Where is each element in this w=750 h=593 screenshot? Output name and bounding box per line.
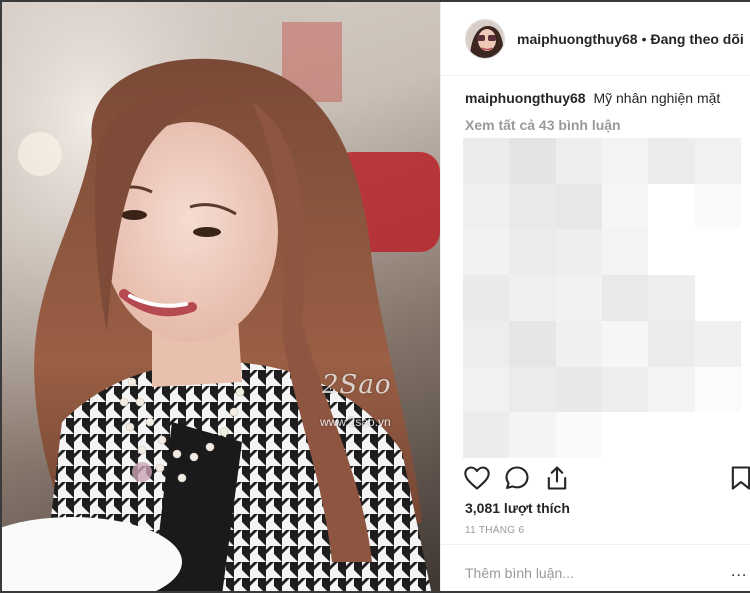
post-side-panel: maiphuongthuy68 • Đang theo dõi maiphuongt… xyxy=(440,2,750,591)
comment-input[interactable]: Thêm bình luận... xyxy=(465,565,574,581)
caption-text: Mỹ nhân nghiện mặt xyxy=(593,90,721,106)
post-window: 2Sao www.2sao.vn maiphuongthuy68 • Đang th… xyxy=(0,0,750,593)
comment-bar: Thêm bình luận... ... xyxy=(441,544,750,591)
separator-dot: • xyxy=(641,30,647,47)
avatar[interactable] xyxy=(465,18,505,59)
bookmark-icon[interactable] xyxy=(727,464,750,492)
post-header: maiphuongthuy68 • Đang theo dõi xyxy=(441,2,750,76)
action-bar xyxy=(463,464,750,494)
caption-username[interactable]: maiphuongthuy68 xyxy=(465,90,586,106)
pixelated-comments xyxy=(463,138,741,458)
caption: maiphuongthuy68 Mỹ nhân nghiện mặt xyxy=(465,90,720,106)
avatar-image xyxy=(466,19,504,58)
header-text: maiphuongthuy68 • Đang theo dõi xyxy=(517,31,744,47)
view-all-comments-link[interactable]: Xem tất cả 43 bình luận xyxy=(465,117,621,133)
more-options-icon[interactable]: ... xyxy=(731,563,747,581)
username-link[interactable]: maiphuongthuy68 xyxy=(517,31,638,47)
watermark-logo: 2Sao xyxy=(322,370,392,400)
watermark-url: www.2sao.vn xyxy=(320,415,391,429)
portrait-image xyxy=(2,2,440,591)
likes-count[interactable]: 3,081 lượt thích xyxy=(465,500,570,516)
share-icon[interactable] xyxy=(543,464,571,492)
comment-icon[interactable] xyxy=(503,464,531,492)
post-photo[interactable]: 2Sao www.2sao.vn xyxy=(2,2,440,591)
follow-button[interactable]: Đang theo dõi xyxy=(650,31,743,47)
heart-icon[interactable] xyxy=(463,464,491,492)
post-date[interactable]: 11 THÁNG 6 xyxy=(465,525,524,536)
